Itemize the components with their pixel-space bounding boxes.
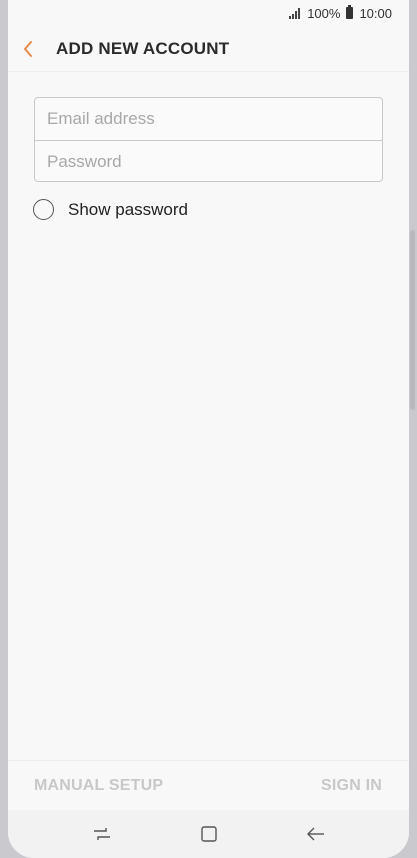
chevron-left-icon (24, 40, 32, 57)
app-header: ADD NEW ACCOUNT (8, 26, 409, 72)
device-frame: 100% 10:00 ADD NEW ACCOUNT Show password… (0, 0, 417, 858)
credentials-form (34, 97, 383, 183)
signal-icon (289, 7, 301, 19)
battery-icon (346, 5, 354, 19)
navigation-bar (8, 810, 409, 858)
show-password-toggle[interactable]: Show password (33, 199, 188, 220)
manual-setup-button[interactable]: MANUAL SETUP (34, 777, 163, 795)
email-field[interactable] (35, 98, 382, 140)
password-field[interactable] (35, 141, 382, 183)
side-button (410, 230, 415, 410)
sign-in-button[interactable]: SIGN IN (321, 777, 382, 795)
screen: 100% 10:00 ADD NEW ACCOUNT Show password… (8, 0, 409, 858)
back-nav-button[interactable] (296, 814, 336, 854)
home-icon (200, 826, 217, 842)
back-button[interactable] (8, 26, 48, 72)
show-password-radio[interactable] (33, 199, 54, 220)
recents-button[interactable] (82, 814, 122, 854)
home-button[interactable] (189, 814, 229, 854)
status-bar: 100% 10:00 (8, 0, 409, 26)
recent-apps-icon (93, 828, 110, 840)
clock: 10:00 (359, 5, 392, 21)
back-arrow-icon (306, 827, 324, 841)
show-password-label: Show password (68, 199, 189, 219)
bottom-actions: MANUAL SETUP SIGN IN (8, 760, 409, 810)
battery-percent: 100% (307, 5, 341, 21)
page-title: ADD NEW ACCOUNT (56, 38, 230, 58)
